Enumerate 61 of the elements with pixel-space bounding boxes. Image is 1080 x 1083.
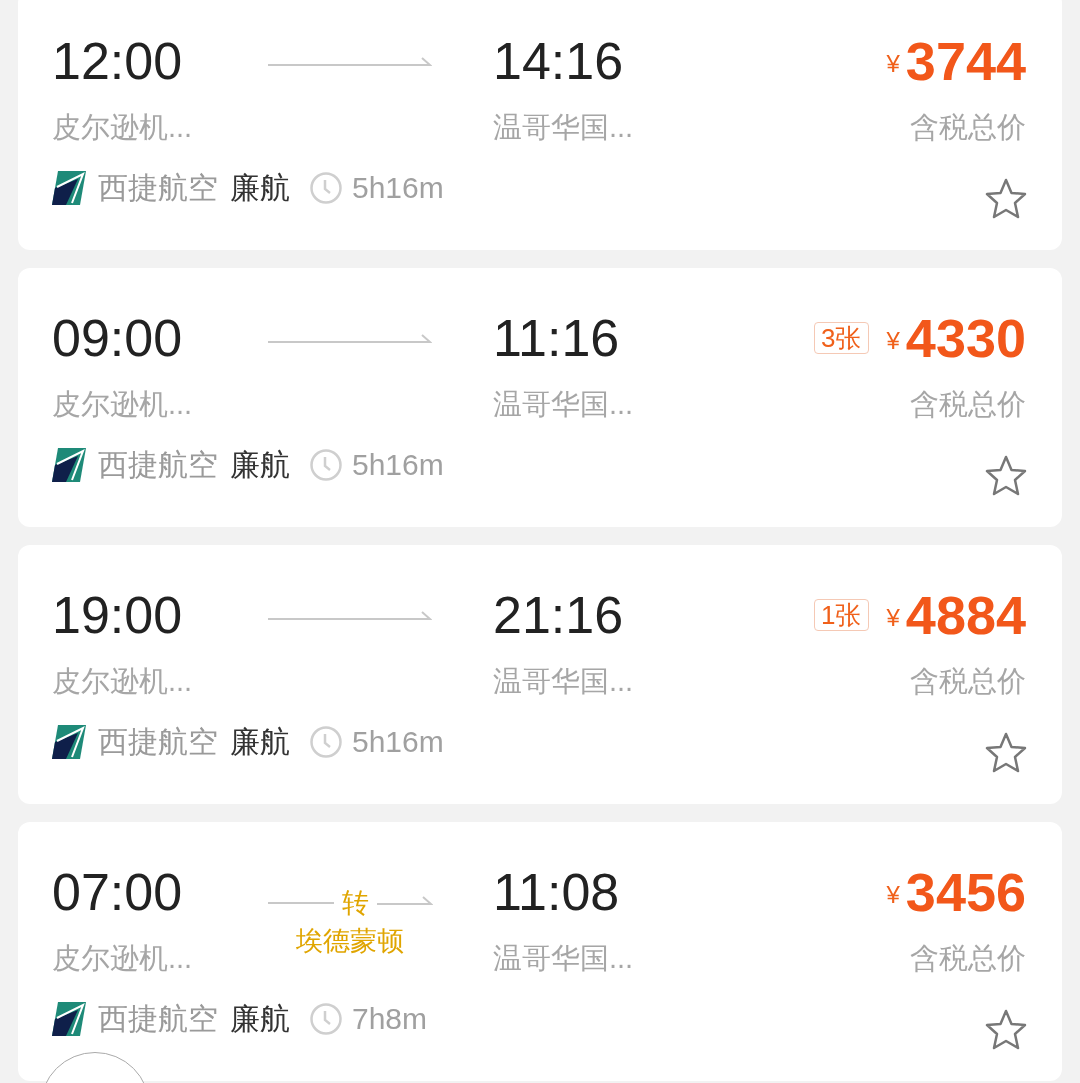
transfer-city: 埃德蒙顿: [296, 926, 404, 956]
arrival-airport: 温哥华国...: [492, 387, 635, 422]
clock-icon: [310, 726, 342, 758]
currency-symbol: ¥: [886, 50, 900, 78]
clock-icon: [310, 1003, 342, 1035]
departure-airport: 皮尔逊机...: [52, 110, 194, 145]
flight-card[interactable]: 12:00 14:16 ¥3744 皮尔逊机... 温哥华国... 含税总价 西捷航空 廉航 5h16m: [18, 0, 1062, 250]
arrival-time: 11:08: [492, 862, 621, 923]
currency-symbol: ¥: [886, 881, 900, 909]
airline-name: 西捷航空: [98, 1000, 218, 1037]
flight-duration: 5h16m: [352, 448, 444, 482]
transfer-label: 转: [341, 888, 369, 918]
star-icon[interactable]: [984, 1009, 1028, 1051]
airline-name: 西捷航空: [98, 169, 218, 206]
price-note: 含税总价: [909, 110, 1026, 145]
price: 4884: [905, 584, 1026, 647]
price-note: 含税总价: [909, 387, 1026, 422]
departure-time: 07:00: [52, 862, 184, 923]
star-icon[interactable]: [984, 732, 1028, 774]
arrival-time: 14:16: [492, 31, 625, 92]
tickets-left-tag: 1张: [814, 599, 869, 631]
departure-airport: 皮尔逊机...: [52, 387, 194, 422]
airline-name: 西捷航空: [98, 446, 218, 483]
flight-duration: 7h8m: [352, 1002, 428, 1036]
flight-card[interactable]: 19:00 21:16 1张 ¥4884 皮尔逊机... 温哥华国... 含税总价 西捷航空 廉航 5h16m: [18, 545, 1062, 804]
airline-logo-icon: [52, 725, 86, 759]
price-note: 含税总价: [909, 664, 1026, 699]
clock-icon: [310, 449, 342, 481]
arrival-airport: 温哥华国...: [492, 110, 635, 145]
currency-symbol: ¥: [886, 327, 900, 355]
star-icon[interactable]: [984, 178, 1028, 220]
departure-time: 19:00: [52, 585, 184, 646]
price: 3456: [905, 861, 1026, 924]
departure-time: 09:00: [52, 308, 184, 369]
low-cost-label: 廉航: [230, 169, 290, 206]
price: 3744: [905, 30, 1026, 93]
flight-duration: 5h16m: [352, 171, 444, 205]
low-cost-label: 廉航: [230, 446, 290, 483]
price-note: 含税总价: [909, 941, 1026, 976]
clock-icon: [310, 172, 342, 204]
departure-time: 12:00: [52, 31, 184, 92]
arrival-time: 11:16: [492, 308, 621, 369]
tickets-left-tag: 3张: [814, 322, 869, 354]
airline-logo-icon: [52, 1002, 86, 1036]
flight-card[interactable]: 07:00 转 埃德蒙顿 11:08 ¥3456 皮尔逊机... 温哥华国... 含税总价 西捷航空 廉航 7h8m: [18, 822, 1062, 1081]
low-cost-label: 廉航: [230, 723, 290, 760]
airline-name: 西捷航空: [98, 723, 218, 760]
flight-card[interactable]: 09:00 11:16 3张 ¥4330 皮尔逊机... 温哥华国... 含税总价 西捷航空 廉航 5h16m: [18, 268, 1062, 527]
arrival-time: 21:16: [492, 585, 625, 646]
star-icon[interactable]: [984, 455, 1028, 497]
route-line: [267, 902, 334, 904]
price: 4330: [905, 307, 1026, 370]
airline-logo-icon: [52, 448, 86, 482]
flight-duration: 5h16m: [352, 725, 444, 759]
low-cost-label: 廉航: [230, 1000, 290, 1037]
departure-airport: 皮尔逊机...: [52, 664, 194, 699]
arrival-airport: 温哥华国...: [492, 941, 635, 976]
currency-symbol: ¥: [886, 604, 900, 632]
arrival-airport: 温哥华国...: [492, 664, 635, 699]
airline-logo-icon: [52, 171, 86, 205]
departure-airport: 皮尔逊机...: [52, 941, 194, 976]
